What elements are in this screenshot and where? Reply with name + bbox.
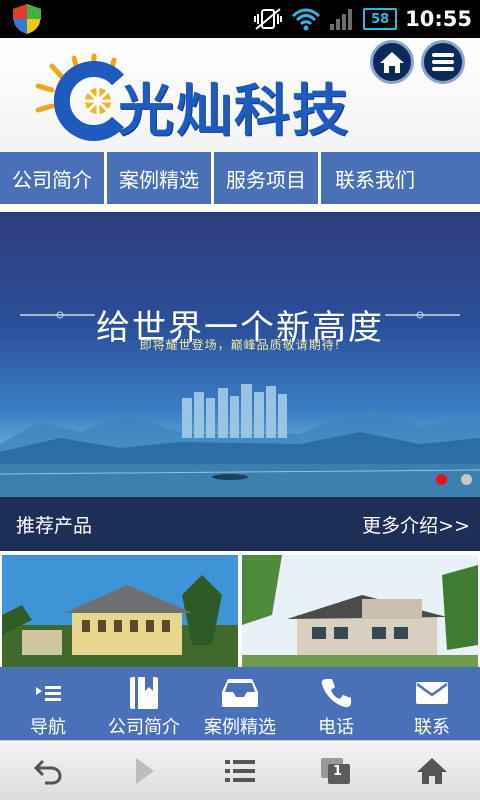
- company-logo-text: 光灿科技: [118, 79, 350, 144]
- tab-contact-us[interactable]: 联系我们: [321, 152, 480, 204]
- bottom-nav-guide[interactable]: 导航: [0, 667, 96, 740]
- tab-featured-cases[interactable]: 案例精选: [107, 152, 214, 204]
- menu-list-icon: [36, 686, 61, 701]
- tab-services[interactable]: 服务项目: [214, 152, 321, 204]
- bottom-nav-phone[interactable]: 电话: [288, 667, 384, 740]
- browser-menu-button[interactable]: [192, 741, 288, 800]
- product-image-house: [242, 555, 478, 667]
- bottom-nav: 导航 公司简介 案例精选 电话 联系: [0, 667, 480, 740]
- slide-dot[interactable]: [461, 474, 472, 485]
- back-button[interactable]: [0, 741, 96, 800]
- banner-slideshow[interactable]: 给世界一个新高度 即将耀世登场，巅峰品质敬请期待!: [0, 212, 480, 497]
- bottom-nav-featured-cases[interactable]: 案例精选: [192, 667, 288, 740]
- battery-indicator: 58: [363, 8, 398, 30]
- tabs-button[interactable]: 1: [288, 741, 384, 800]
- book-icon: [130, 677, 158, 709]
- product-image-villa: [2, 555, 238, 667]
- screen: 58 10:55 光灿科技 公司简介 案例精选 服务项目 联系我们 给世界一个新…: [0, 0, 480, 800]
- forward-arrow-icon: [136, 757, 154, 784]
- list-icon: [225, 759, 255, 782]
- bottom-nav-company-intro[interactable]: 公司简介: [96, 667, 192, 740]
- hamburger-menu-icon: [432, 53, 454, 71]
- home-button[interactable]: [370, 40, 414, 84]
- back-arrow-icon: [33, 759, 62, 784]
- vibrate-silent-icon: [254, 8, 283, 30]
- site-header: 光灿科技: [0, 38, 480, 152]
- recommended-products-header: 推荐产品 更多介绍>>: [0, 497, 480, 551]
- phone-icon: [321, 679, 351, 708]
- more-link[interactable]: 更多介绍>>: [362, 511, 470, 538]
- menu-button[interactable]: [421, 40, 465, 84]
- inbox-icon: [222, 679, 258, 707]
- security-shield-icon: [13, 4, 41, 34]
- product-card[interactable]: [242, 555, 478, 667]
- bottom-nav-label: 联系: [414, 717, 450, 738]
- banner-subtitle: 即将耀世登场，巅峰品质敬请期待!: [139, 338, 341, 352]
- mail-icon: [416, 682, 448, 704]
- top-nav: 公司简介 案例精选 服务项目 联系我们: [0, 152, 480, 204]
- home-icon: [380, 52, 404, 73]
- slide-dot-active[interactable]: [436, 474, 447, 485]
- banner-image: [0, 311, 480, 497]
- bottom-nav-label: 电话: [318, 717, 354, 738]
- bottom-nav-label: 导航: [30, 717, 66, 738]
- browser-toolbar: 1: [0, 740, 480, 800]
- status-bar: 58 10:55: [0, 0, 480, 38]
- product-grid: [0, 555, 480, 670]
- wifi-icon: [292, 8, 321, 31]
- browser-home-button[interactable]: [384, 741, 480, 800]
- section-title: 推荐产品: [16, 514, 93, 537]
- tab-company-intro[interactable]: 公司简介: [0, 152, 107, 204]
- forward-button[interactable]: [96, 741, 192, 800]
- bottom-nav-contact[interactable]: 联系: [384, 667, 480, 740]
- slide-indicator: [436, 474, 472, 485]
- clock: 10:55: [405, 7, 472, 31]
- product-card[interactable]: [2, 555, 238, 667]
- bottom-nav-label: 案例精选: [204, 717, 276, 738]
- home-icon: [417, 757, 447, 784]
- bottom-nav-label: 公司简介: [108, 717, 180, 738]
- signal-icon: [330, 9, 353, 30]
- tabs-count: 1: [333, 763, 343, 779]
